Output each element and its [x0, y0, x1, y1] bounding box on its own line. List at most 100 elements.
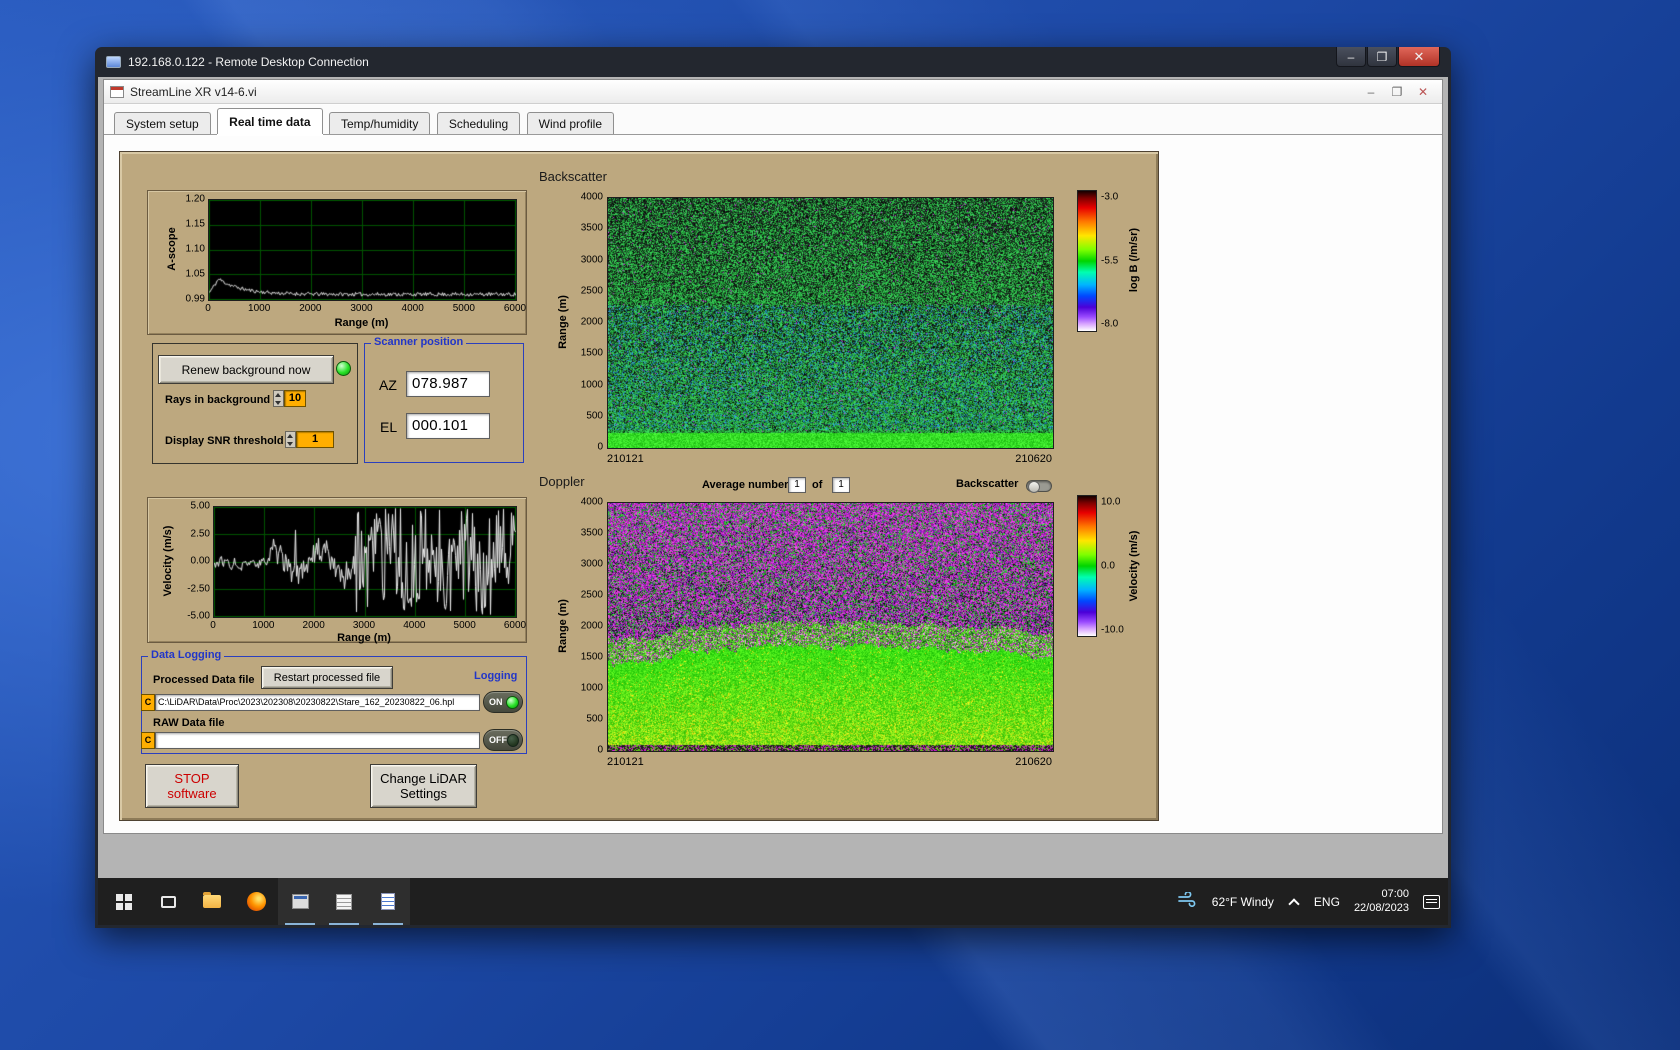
rays-value-field[interactable]: 10: [284, 390, 306, 407]
rdp-titlebar[interactable]: 192.168.0.122 - Remote Desktop Connectio…: [98, 47, 1448, 77]
raw-path-browse-button[interactable]: C: [141, 732, 155, 749]
backscatter-time-start: 210121: [607, 453, 644, 465]
settings-line2: Settings: [400, 786, 447, 801]
front-panel-area: A-scope 1.20 1.15 1.10 1.05 0.99 0 1000 2000 30…: [104, 135, 1442, 833]
app-minimize-button[interactable]: –: [1358, 85, 1384, 99]
scan-scheduler-button[interactable]: [322, 878, 366, 925]
average-number-label: Average number: [702, 479, 789, 491]
tray-chevron-icon[interactable]: [1288, 896, 1300, 908]
ascope-x-ticks: 0 1000 2000 3000 4000 5000 6000: [205, 303, 527, 314]
taskbar-clock[interactable]: 07:00 22/08/2023: [1354, 888, 1409, 916]
ascope-plot: [208, 199, 517, 301]
on-label: ON: [489, 697, 503, 707]
doppler-y-ticks: 4000 3500 3000 2500 2000 1500 1000 500 0: [580, 496, 603, 756]
backscatter-time-end: 210620: [1015, 453, 1052, 465]
notification-center-icon[interactable]: [1423, 894, 1440, 909]
rdp-app-icon: [106, 56, 121, 68]
rays-spinner[interactable]: [273, 390, 284, 407]
doppler-time-start: 210121: [607, 756, 644, 768]
document-app-button[interactable]: [366, 878, 410, 925]
backscatter-display-toggle[interactable]: [1026, 480, 1052, 493]
rdp-maximize-button[interactable]: ❐: [1367, 47, 1397, 67]
app-title: StreamLine XR v14-6.vi: [130, 84, 257, 99]
off-led: [507, 733, 519, 747]
raw-logging-toggle[interactable]: OFF: [483, 729, 523, 751]
processed-path-browse-button[interactable]: C: [141, 694, 155, 711]
logging-label: Logging: [474, 670, 518, 682]
doppler-time-axis: 210121 210620: [607, 756, 1052, 768]
weather-icon: [1177, 890, 1198, 912]
doppler-time-end: 210620: [1015, 756, 1052, 768]
tab-bar: System setup Real time data Temp/humidit…: [104, 105, 1442, 135]
rays-in-background-label: Rays in background: [165, 394, 271, 406]
doppler-heatmap: [607, 502, 1054, 752]
az-value-field[interactable]: 078.987: [406, 371, 490, 397]
app-close-button[interactable]: ✕: [1410, 85, 1436, 99]
change-lidar-settings-button[interactable]: Change LiDAR Settings: [370, 764, 477, 808]
scanner-position-title: Scanner position: [371, 336, 467, 348]
restart-processed-file-button[interactable]: Restart processed file: [261, 666, 393, 689]
doppler-heading: Doppler: [539, 474, 585, 489]
renew-background-button[interactable]: Renew background now: [158, 355, 334, 384]
clock-time: 07:00: [1381, 887, 1409, 900]
scan-scheduler-icon: [336, 893, 352, 910]
tab-wind-profile[interactable]: Wind profile: [526, 112, 615, 134]
stop-line1: STOP: [174, 771, 210, 786]
clock-date: 22/08/2023: [1353, 901, 1409, 914]
settings-line1: Change LiDAR: [380, 771, 467, 786]
snr-spinner[interactable]: [285, 431, 296, 448]
az-label: AZ: [379, 377, 397, 393]
data-logging-title: Data Logging: [148, 649, 225, 661]
remote-desktop-area: StreamLine XR v14-6.vi – ❐ ✕ System setu…: [98, 77, 1448, 925]
language-indicator[interactable]: ENG: [1314, 895, 1340, 909]
streamline-app-icon: [291, 894, 309, 909]
streamline-app-button[interactable]: [278, 878, 322, 925]
rdp-minimize-button[interactable]: –: [1336, 47, 1366, 67]
task-view-button[interactable]: [146, 878, 190, 925]
scanner-position-group: Scanner position AZ 078.987 EL 000.101: [364, 336, 524, 463]
document-app-icon: [381, 893, 395, 910]
tab-temp-humidity[interactable]: Temp/humidity: [328, 112, 431, 134]
rdp-window-controls: – ❐ ✕: [1335, 47, 1440, 67]
firefox-button[interactable]: [234, 878, 278, 925]
tab-scheduling[interactable]: Scheduling: [436, 112, 521, 134]
raw-data-file-label: RAW Data file: [153, 717, 225, 729]
desktop: 192.168.0.122 - Remote Desktop Connectio…: [0, 0, 1680, 1050]
background-control-group: Renew background now Rays in background …: [152, 343, 358, 464]
taskbar-app-icons: [102, 878, 410, 925]
vi-icon: [110, 85, 124, 98]
background-status-led: [336, 361, 351, 376]
backscatter-toggle-label: Backscatter: [956, 478, 1019, 490]
ascope-graph: A-scope 1.20 1.15 1.10 1.05 0.99 0 1000 2000 30…: [147, 190, 527, 335]
rdp-window: 192.168.0.122 - Remote Desktop Connectio…: [95, 47, 1451, 928]
app-window-controls: – ❐ ✕: [1358, 80, 1436, 103]
system-tray: 62°F Windy ENG 07:00 22/08/2023: [1177, 888, 1440, 916]
snr-value-field[interactable]: 1: [296, 431, 334, 448]
rdp-title: 192.168.0.122 - Remote Desktop Connectio…: [128, 55, 369, 69]
windows-logo-icon: [116, 893, 132, 910]
average-number-field[interactable]: 1: [788, 477, 806, 493]
el-value-field[interactable]: 000.101: [406, 413, 490, 439]
app-titlebar[interactable]: StreamLine XR v14-6.vi – ❐ ✕: [104, 80, 1442, 104]
backscatter-colorbar: [1077, 190, 1097, 332]
processed-logging-toggle[interactable]: ON: [483, 691, 523, 713]
streamline-app-window: StreamLine XR v14-6.vi – ❐ ✕ System setu…: [103, 79, 1443, 834]
tab-system-setup[interactable]: System setup: [114, 112, 211, 134]
processed-data-file-label: Processed Data file: [153, 674, 255, 686]
raw-path-field[interactable]: [155, 732, 480, 749]
weather-text[interactable]: 62°F Windy: [1212, 895, 1274, 909]
lidar-panel: A-scope 1.20 1.15 1.10 1.05 0.99 0 1000 2000 30…: [119, 151, 1159, 821]
doppler-colorbar-label: Velocity (m/s): [1128, 530, 1140, 602]
backscatter-y-ticks: 4000 3500 3000 2500 2000 1500 1000 500 0: [580, 191, 603, 453]
app-restore-button[interactable]: ❐: [1384, 85, 1410, 99]
ascope-y-ticks: 1.20 1.15 1.10 1.05 0.99: [185, 193, 205, 305]
rdp-close-button[interactable]: ✕: [1398, 47, 1440, 67]
tab-real-time-data[interactable]: Real time data: [217, 108, 323, 134]
file-explorer-button[interactable]: [190, 878, 234, 925]
stop-software-button[interactable]: STOP software: [145, 764, 239, 808]
processed-path-field[interactable]: C:\LiDAR\Data\Proc\2023\202308\20230822\…: [155, 694, 480, 711]
start-button[interactable]: [102, 878, 146, 925]
off-label: OFF: [489, 735, 507, 745]
velocity-graph: Velocity (m/s) 5.00 2.50 0.00 -2.50 -5.00 01…: [147, 497, 527, 644]
average-count-field[interactable]: 1: [832, 477, 850, 493]
